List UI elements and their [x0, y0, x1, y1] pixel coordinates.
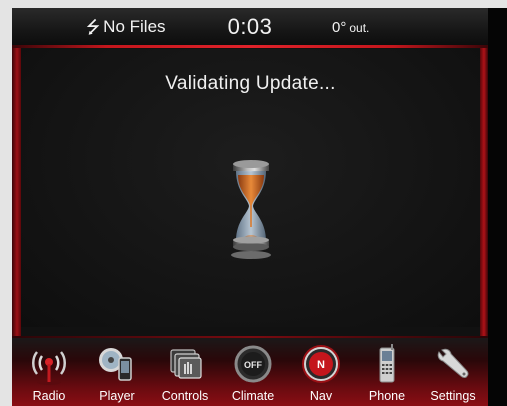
- nav-button-settings[interactable]: Settings: [422, 336, 484, 406]
- right-bezel: [488, 8, 507, 406]
- nav-label-controls: Controls: [161, 389, 209, 403]
- nav-label-settings: Settings: [430, 389, 476, 403]
- main-content: Validating Update...: [21, 49, 480, 327]
- nav-compass-icon: N: [302, 345, 340, 383]
- phone-icon: [379, 344, 395, 383]
- climate-off-badge: OFF: [244, 360, 262, 370]
- bottom-nav-bar: Radio Player Controls OFF Climate N Nav …: [12, 336, 488, 406]
- head-unit-screen: ⭍ No Files 0:03 0° out. Validating Update…: [12, 8, 488, 406]
- nav-button-controls[interactable]: Controls: [154, 336, 216, 406]
- status-bar: ⭍ No Files 0:03 0° out.: [12, 8, 488, 48]
- outside-temperature: 0° out.: [332, 19, 369, 36]
- clock[interactable]: 0:03: [12, 14, 488, 40]
- nav-button-nav[interactable]: N Nav: [290, 336, 352, 406]
- climate-icon: OFF: [234, 345, 272, 383]
- radio-icon: [32, 351, 66, 385]
- nav-label-phone: Phone: [368, 389, 406, 403]
- nav-button-player[interactable]: Player: [86, 336, 148, 406]
- player-icon: [99, 348, 132, 381]
- update-status-message: Validating Update...: [165, 73, 336, 94]
- controls-icon: [170, 349, 202, 379]
- nav-button-phone[interactable]: Phone: [356, 336, 418, 406]
- nav-label-nav: Nav: [309, 389, 333, 403]
- nav-label-climate: Climate: [231, 389, 275, 403]
- nav-compass-badge: N: [317, 359, 325, 371]
- settings-wrench-icon: [437, 348, 469, 378]
- nav-label-player: Player: [99, 389, 135, 403]
- nav-label-radio: Radio: [32, 389, 66, 403]
- hourglass-icon: [231, 160, 271, 259]
- outside-temp-label: out.: [349, 21, 370, 35]
- nav-button-radio[interactable]: Radio: [18, 336, 80, 406]
- nav-button-climate[interactable]: OFF Climate: [222, 336, 284, 406]
- outside-temp-value: 0°: [332, 19, 347, 36]
